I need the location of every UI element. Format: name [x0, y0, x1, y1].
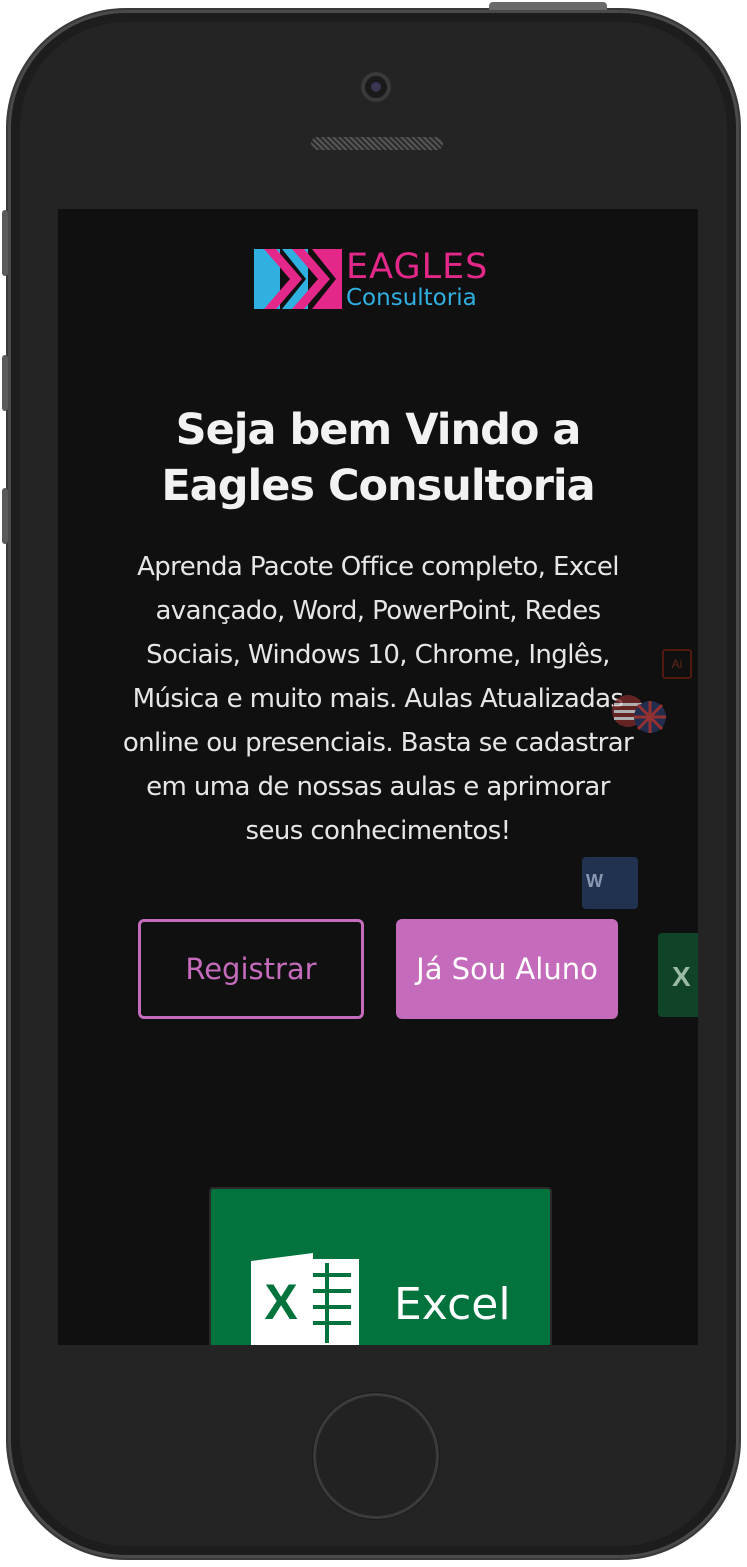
eagles-logo[interactable]: EAGLES Consultoria	[254, 247, 496, 311]
word-icon: W	[582, 857, 638, 909]
excel-floating-icon: X	[658, 933, 698, 1017]
illustrator-icon: Ai	[662, 649, 692, 679]
excel-floating-icon-label: X	[672, 961, 691, 992]
power-button	[489, 2, 607, 10]
excel-course-card[interactable]: X Excel	[209, 1187, 552, 1345]
page-title: Seja bem Vindo a Eagles Consultoria	[118, 402, 638, 514]
excel-logo-icon: X	[251, 1253, 359, 1345]
title-line-2: Eagles Consultoria	[161, 461, 595, 511]
register-button[interactable]: Registrar	[138, 919, 364, 1019]
screen: EAGLES Consultoria Seja bem Vindo a Eagl…	[58, 209, 698, 1345]
front-camera	[361, 72, 391, 102]
volume-down-button	[2, 488, 8, 544]
eagles-arrow-logo-icon	[254, 249, 342, 309]
mute-switch	[2, 210, 8, 276]
word-icon-label: W	[586, 871, 603, 891]
language-flags-icon	[612, 695, 666, 733]
logo-brand-sub: Consultoria	[346, 285, 477, 311]
title-line-1: Seja bem Vindo a	[175, 405, 582, 455]
student-login-button[interactable]: Já Sou Aluno	[396, 919, 618, 1019]
earpiece-speaker	[311, 137, 443, 150]
home-button[interactable]	[313, 1393, 439, 1519]
logo-brand-name: EAGLES	[346, 247, 489, 287]
volume-up-button	[2, 355, 8, 411]
excel-logo-letter: X	[264, 1274, 297, 1330]
hero-description: Aprenda Pacote Office completo, Excel av…	[122, 552, 634, 846]
illustrator-icon-label: Ai	[671, 657, 683, 671]
excel-course-label: Excel	[394, 1279, 511, 1330]
